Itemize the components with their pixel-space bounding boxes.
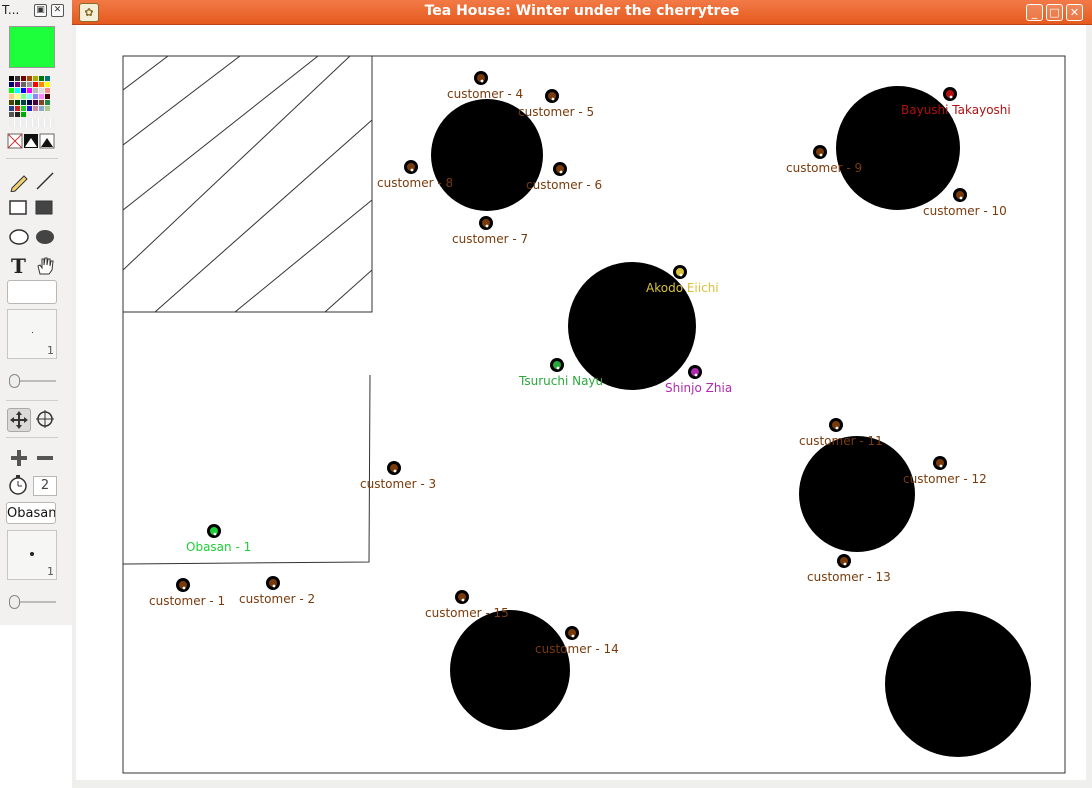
marker-label: Bayushi Takayoshi (901, 103, 1011, 117)
marker-facing (949, 95, 953, 99)
marker-label: customer - 8 (377, 176, 453, 190)
marker-label: customer - 3 (360, 477, 436, 491)
marker-label: customer - 10 (923, 204, 1007, 218)
marker-facing (461, 598, 465, 602)
marker-facing (679, 273, 683, 277)
marker-label: Obasan - 1 (186, 540, 251, 554)
marker-facing (410, 168, 414, 172)
marker-facing (835, 426, 839, 430)
marker-label: Shinjo Zhia (665, 381, 732, 395)
marker-label: customer - 4 (447, 87, 523, 101)
person-marker[interactable]: customer - 1 (149, 578, 225, 608)
marker-facing (819, 153, 823, 157)
table (450, 610, 570, 730)
hatched-area (122, 55, 373, 313)
marker-facing (959, 196, 963, 200)
table (885, 611, 1031, 757)
person-marker[interactable]: customer - 3 (360, 461, 436, 491)
marker-label: customer - 12 (903, 472, 987, 486)
marker-label: customer - 2 (239, 592, 315, 606)
person-marker[interactable]: customer - 7 (452, 216, 528, 246)
person-marker[interactable]: customer - 11 (799, 418, 883, 448)
marker-facing (939, 464, 943, 468)
marker-facing (272, 584, 276, 588)
marker-facing (556, 366, 560, 370)
marker-facing (571, 634, 575, 638)
table (799, 436, 915, 552)
marker-facing (393, 469, 397, 473)
marker-label: customer - 14 (535, 642, 619, 656)
marker-label: customer - 5 (518, 105, 594, 119)
person-marker[interactable]: customer - 12 (903, 456, 987, 486)
person-marker[interactable]: customer - 2 (239, 576, 315, 606)
marker-facing (559, 170, 563, 174)
person-marker[interactable]: customer - 15 (425, 590, 509, 620)
marker-label: customer - 6 (526, 178, 602, 192)
marker-facing (843, 562, 847, 566)
marker-label: Akodo Eiichi (646, 281, 719, 295)
marker-facing (480, 79, 484, 83)
marker-facing (694, 373, 698, 377)
marker-facing (182, 586, 186, 590)
partition-wall (122, 374, 371, 565)
tea-house-map[interactable]: customer - 1 customer - 2 customer - 3 cust… (0, 0, 1092, 788)
marker-label: customer - 13 (807, 570, 891, 584)
marker-facing (551, 97, 555, 101)
person-marker[interactable]: customer - 5 (518, 89, 594, 119)
marker-label: customer - 9 (786, 161, 862, 175)
marker-label: Tsuruchi Nayu (518, 374, 603, 388)
marker-label: customer - 1 (149, 594, 225, 608)
person-marker[interactable]: Obasan - 1 (186, 524, 251, 554)
marker-label: customer - 15 (425, 606, 509, 620)
marker-label: customer - 11 (799, 434, 883, 448)
person-marker[interactable]: customer - 4 (447, 71, 523, 101)
person-marker[interactable]: customer - 13 (807, 554, 891, 584)
marker-label: customer - 7 (452, 232, 528, 246)
marker-facing (485, 224, 489, 228)
marker-facing (213, 532, 217, 536)
